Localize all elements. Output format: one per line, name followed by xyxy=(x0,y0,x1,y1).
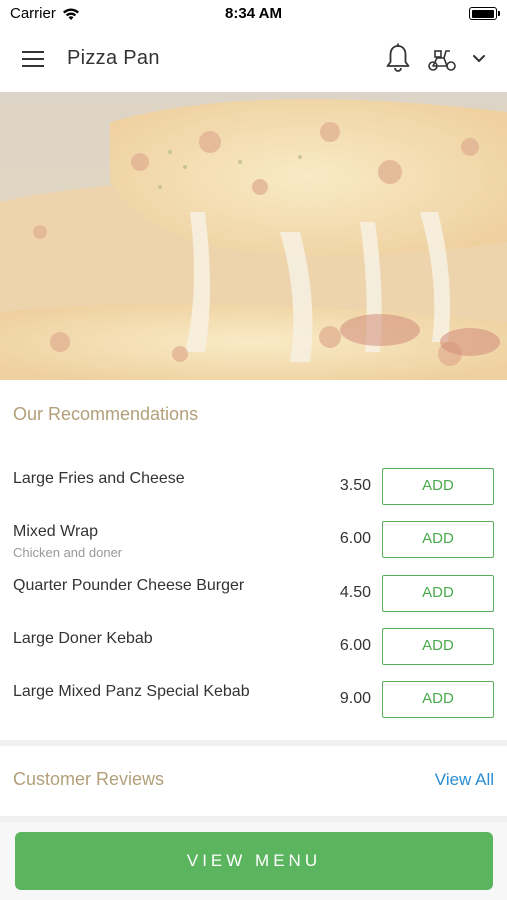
add-button[interactable]: ADD xyxy=(382,521,494,558)
item-name: Large Mixed Panz Special Kebab xyxy=(13,683,250,700)
clock: 8:34 AM xyxy=(225,5,282,22)
app-header: Pizza Pan xyxy=(0,28,507,90)
recommendations-title: Our Recommendations xyxy=(13,404,199,424)
item-price: 4.50 xyxy=(339,584,371,601)
item-name: Quarter Pounder Cheese Burger xyxy=(13,577,245,594)
add-button[interactable]: ADD xyxy=(382,681,494,718)
scooter-icon[interactable] xyxy=(426,44,458,74)
chevron-down-icon[interactable] xyxy=(469,48,489,68)
hero-image xyxy=(0,92,507,380)
battery-icon xyxy=(469,7,500,20)
item-price: 6.00 xyxy=(339,530,371,547)
add-button[interactable]: ADD xyxy=(382,468,494,505)
reviews-title: Customer Reviews xyxy=(13,769,165,789)
section-divider xyxy=(0,740,507,746)
view-all-link[interactable]: View All xyxy=(435,770,494,790)
item-subtitle: Chicken and doner xyxy=(13,545,123,560)
item-price: 3.50 xyxy=(339,477,371,494)
item-price: 6.00 xyxy=(339,637,371,654)
menu-icon[interactable] xyxy=(22,49,46,69)
add-button[interactable]: ADD xyxy=(382,628,494,665)
view-menu-button[interactable]: VIEW MENU xyxy=(15,832,493,890)
item-name: Large Fries and Cheese xyxy=(13,470,185,487)
add-button[interactable]: ADD xyxy=(382,575,494,612)
item-name: Large Doner Kebab xyxy=(13,630,153,647)
item-price: 9.00 xyxy=(339,690,371,707)
page-title: Pizza Pan xyxy=(67,47,160,69)
status-bar: Carrier 8:34 AM xyxy=(0,0,507,28)
bell-icon[interactable] xyxy=(384,42,412,74)
item-name: Mixed Wrap xyxy=(13,523,99,540)
